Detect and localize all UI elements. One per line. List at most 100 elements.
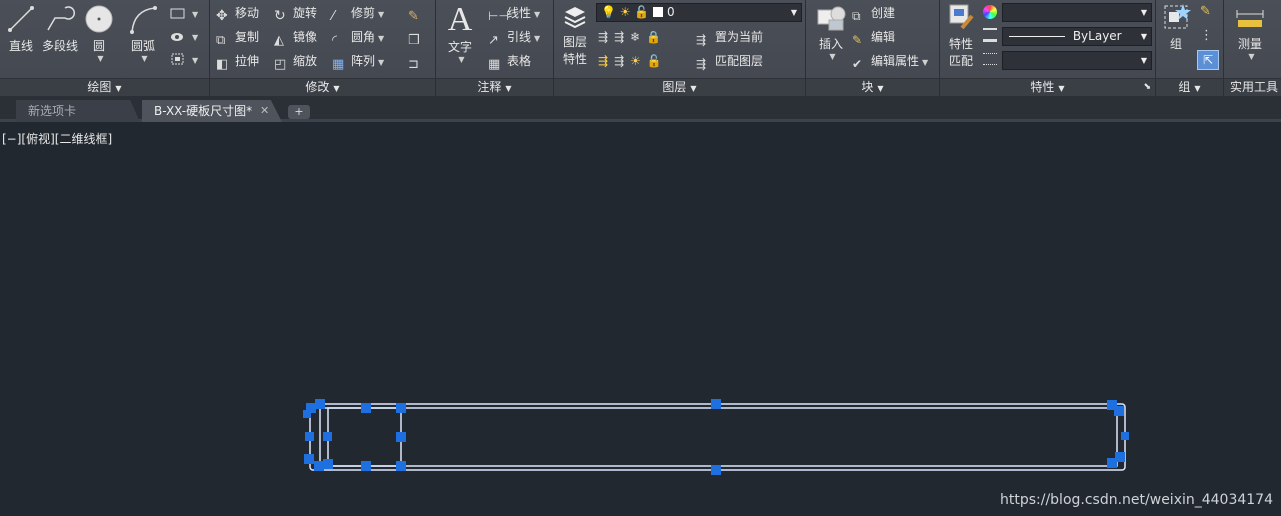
add-tab-button[interactable]: + xyxy=(288,105,310,119)
close-icon[interactable]: ✕ xyxy=(260,100,269,122)
selected-board-outline[interactable] xyxy=(309,403,1126,471)
panel-launcher-icon[interactable]: ⬊ xyxy=(1143,79,1151,96)
layers-panel-footer[interactable]: 图层 ▼ xyxy=(554,78,805,96)
grip[interactable] xyxy=(396,432,406,442)
ungroup-icon[interactable]: ⋮ xyxy=(1200,28,1213,43)
edit-block-label: 编辑 xyxy=(871,30,896,44)
array-button[interactable]: ▦ 阵列 ▼ xyxy=(332,51,384,72)
tab-new[interactable]: 新选项卡 xyxy=(16,100,140,122)
grip[interactable] xyxy=(304,454,314,464)
layer-properties-button[interactable]: 图层 特性 xyxy=(558,2,592,67)
hatch-icon xyxy=(171,33,183,41)
edit-block-button[interactable]: ✎ 编辑 xyxy=(852,27,895,47)
leader-button[interactable]: ↗ 引线 ▼ xyxy=(488,27,540,48)
layer-dropdown[interactable]: 💡 ☀ 🔓 0 ▼ xyxy=(596,3,802,22)
annotation-footer-label: 注释 xyxy=(477,80,502,94)
circle-button[interactable]: 圆 ▼ xyxy=(82,4,116,63)
layer-unisolate-icon[interactable]: ⇶ xyxy=(614,54,630,68)
outer-board-rect[interactable] xyxy=(309,403,1126,471)
stretch-button[interactable]: ◧ 拉伸 xyxy=(216,51,259,72)
grip[interactable] xyxy=(303,410,311,418)
layer-lock-icon[interactable]: 🔒 xyxy=(646,30,667,44)
chevron-down-icon[interactable]: ▼ xyxy=(127,54,162,63)
match-properties-button[interactable]: 特性 匹配 xyxy=(942,2,980,69)
line-button[interactable]: 直线 xyxy=(4,4,38,54)
grip[interactable] xyxy=(305,432,314,441)
table-button[interactable]: ▦ 表格 xyxy=(488,51,531,72)
cutout-rect[interactable] xyxy=(327,407,402,467)
draw-footer-label: 绘图 xyxy=(87,80,112,94)
drawing-geometry[interactable] xyxy=(0,125,1281,516)
polyline-button[interactable]: 多段线 xyxy=(40,4,80,54)
drawing-canvas[interactable]: [−][俯视][二维线框] https://blog.csdn.net/weix… xyxy=(0,125,1281,516)
draw-panel-footer[interactable]: 绘图 ▼ xyxy=(0,78,209,96)
rectangle-button[interactable]: ▼ xyxy=(170,3,198,23)
create-block-button[interactable]: ⧉ 创建 xyxy=(852,3,895,23)
grip[interactable] xyxy=(1114,406,1124,416)
grip[interactable] xyxy=(361,403,371,413)
group-edit-icon[interactable]: ✎ xyxy=(1200,4,1211,19)
chevron-down-icon[interactable]: ▼ xyxy=(445,55,478,64)
lineweight-dropdown[interactable]: ▼ xyxy=(1002,51,1152,70)
properties-panel-footer[interactable]: 特性 ▼ ⬊ xyxy=(940,78,1155,96)
layer-thaw-icon[interactable]: ☀ xyxy=(630,54,647,68)
scale-button[interactable]: ◰ 缩放 xyxy=(274,51,317,72)
explode-button[interactable]: ❒ xyxy=(408,27,427,48)
hatch-button[interactable]: ▼ xyxy=(170,26,198,46)
grip[interactable] xyxy=(1121,432,1129,440)
layer-off-icon[interactable]: ⇶ xyxy=(598,30,614,44)
trim-label: 修剪 xyxy=(351,6,376,20)
layer-properties-label-1: 图层 xyxy=(562,35,587,49)
arc-button[interactable]: 圆弧 ▼ xyxy=(124,4,162,63)
annotation-panel-footer[interactable]: 注释 ▼ xyxy=(436,78,553,96)
set-current-button[interactable]: ⇶ 置为当前 xyxy=(696,27,763,47)
grip[interactable] xyxy=(323,432,332,441)
boundary-button[interactable]: ▼ xyxy=(170,49,198,69)
trim-button[interactable]: ⁄ 修剪 ▼ xyxy=(332,3,384,24)
grip[interactable] xyxy=(711,399,721,409)
grip[interactable] xyxy=(315,399,325,409)
erase-button[interactable]: ✎ xyxy=(408,3,427,24)
caret-down-icon: ▼ xyxy=(877,84,884,93)
grip[interactable] xyxy=(396,461,406,471)
tab-document-active[interactable]: B-XX-硬板尺寸图* ✕ xyxy=(142,100,282,122)
groups-panel-footer[interactable]: 组 ▼ xyxy=(1156,78,1223,96)
group-select-icon[interactable]: ⇱ xyxy=(1197,50,1219,70)
linetype-dropdown[interactable]: ByLayer ▼ xyxy=(1002,27,1152,46)
grip-points[interactable] xyxy=(303,399,1129,475)
grip[interactable] xyxy=(1115,452,1125,462)
grip[interactable] xyxy=(314,461,324,471)
grip[interactable] xyxy=(361,461,371,471)
color-dropdown[interactable]: ▼ xyxy=(1002,3,1152,22)
grip[interactable] xyxy=(323,459,333,469)
layer-freeze-icon[interactable]: ❄ xyxy=(630,30,646,44)
text-button[interactable]: A 文字 ▼ xyxy=(442,2,478,65)
layer-unlock-icon[interactable]: 🔓 xyxy=(647,54,668,68)
rotate-button[interactable]: ↻ 旋转 xyxy=(274,3,317,24)
grip[interactable] xyxy=(396,403,406,413)
modify-panel-footer[interactable]: 修改 ▼ xyxy=(210,78,435,96)
chevron-down-icon[interactable]: ▼ xyxy=(813,52,852,61)
linear-dimension-button[interactable]: ⊢⊣线性 ▼ xyxy=(488,3,540,23)
insert-block-button[interactable]: 插入 ▼ xyxy=(810,2,852,61)
move-icon: ✥ xyxy=(216,8,228,24)
edit-attributes-button[interactable]: ✔ 编辑属性 ▼ xyxy=(852,51,928,71)
move-button[interactable]: ✥ 移动 xyxy=(216,3,259,24)
fillet-button[interactable]: ◜ 圆角 ▼ xyxy=(332,27,384,48)
layer-color-swatch xyxy=(653,7,664,17)
block-panel-footer[interactable]: 块 ▼ xyxy=(806,78,939,96)
chevron-down-icon[interactable]: ▼ xyxy=(85,54,116,63)
watermark-url: https://blog.csdn.net/weixin_44034174 xyxy=(999,492,1273,508)
match-layer-button[interactable]: ⇶ 匹配图层 xyxy=(696,51,763,71)
offset-button[interactable]: ⊐ xyxy=(408,51,427,72)
layer-isolate-icon[interactable]: ⇶ xyxy=(614,30,630,44)
inner-board-rect[interactable] xyxy=(319,407,1118,467)
utilities-panel-footer[interactable]: 实用工具 xyxy=(1224,78,1281,96)
measure-button[interactable]: 测量 ▼ xyxy=(1230,2,1270,61)
copy-button[interactable]: ⧉ 复制 xyxy=(216,27,259,48)
grip[interactable] xyxy=(711,465,721,475)
mirror-button[interactable]: ◭ 镜像 xyxy=(274,27,317,48)
group-button[interactable]: 组 xyxy=(1158,2,1194,52)
layer-on-icon[interactable]: ⇶ xyxy=(598,54,614,68)
chevron-down-icon[interactable]: ▼ xyxy=(1233,52,1270,61)
